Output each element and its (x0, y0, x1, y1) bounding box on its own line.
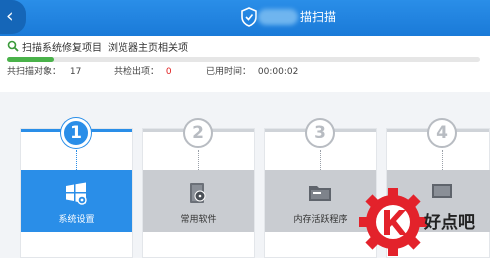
step-tile-system-settings[interactable]: 系统设置 (21, 170, 132, 232)
chevron-left-icon: ‹ (6, 5, 14, 27)
shield-icon (241, 7, 257, 27)
blurred-title-region (258, 9, 298, 25)
issues-found-value: 0 (165, 67, 172, 77)
software-box-icon (190, 183, 206, 203)
step-label-2: 常用软件 (180, 215, 217, 225)
scanned-objects-stat: 共扫描对象： 17 (7, 66, 81, 78)
step-tile-common-software[interactable]: 常用软件 (143, 170, 254, 232)
elapsed-time-stat: 已用时间： 00:00:02 (206, 66, 298, 78)
back-button[interactable]: ‹ (0, 0, 26, 34)
scan-current-item: 扫描系统修复项目 浏览器主页相关项 (7, 39, 188, 54)
step-connector-1 (76, 150, 77, 170)
elapsed-time-value: 00:00:02 (257, 67, 299, 77)
step-number-4: 4 (427, 118, 457, 148)
scanned-objects-value: 17 (69, 67, 82, 77)
scan-progress-bar (7, 57, 480, 62)
scanned-objects-label: 共扫描对象： (7, 67, 62, 77)
scan-item-text-2: 浏览器主页相关项 (108, 42, 188, 54)
step-number-1: 1 (61, 118, 91, 148)
page-title: 描扫描 (300, 10, 337, 24)
issues-found-stat: 共检出项： 0 (114, 66, 172, 78)
scan-progress-fill (7, 57, 55, 62)
step-number-3: 3 (305, 118, 335, 148)
windows-logo-icon (66, 182, 87, 205)
step-label-1: 系统设置 (58, 215, 95, 225)
issues-found-label: 共检出项： (114, 67, 160, 77)
title-bar: ‹ 描扫描 (0, 0, 490, 36)
elapsed-time-label: 已用时间： (206, 67, 252, 77)
search-icon (7, 40, 19, 52)
step-connector-3 (320, 150, 321, 170)
step-connector-2 (198, 150, 199, 170)
step-connector-4 (442, 150, 443, 170)
scan-item-text: 扫描系统修复项目 (22, 42, 102, 54)
watermark-text: 好点吧 (424, 213, 475, 233)
step-number-2: 2 (183, 118, 213, 148)
folder-icon (309, 186, 331, 201)
